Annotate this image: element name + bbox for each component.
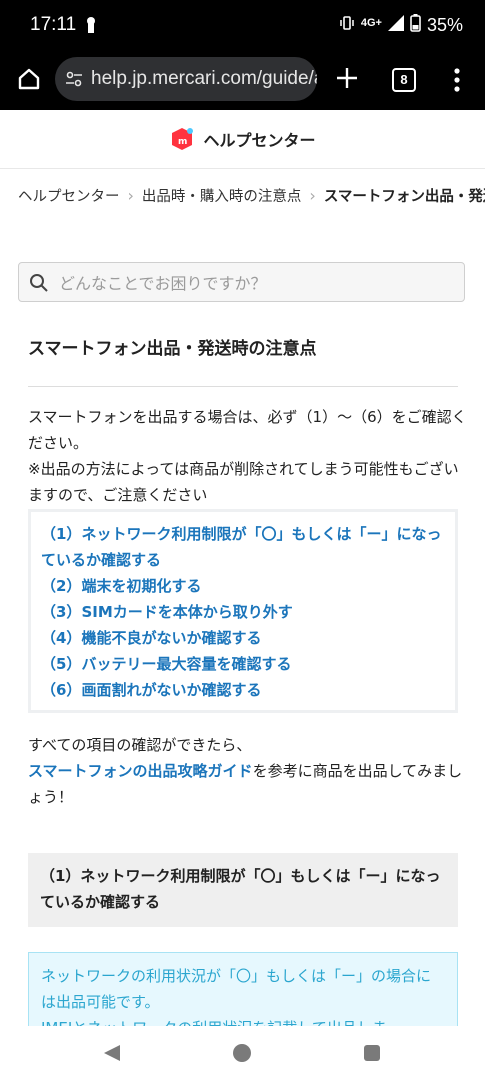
toc-item-1[interactable]: （1）ネットワーク利用制限が「〇」もしくは「ー」になっているか確認する: [41, 521, 445, 573]
home-button[interactable]: [16, 66, 42, 92]
status-time: 17:11: [30, 14, 77, 35]
toc-item-3[interactable]: （3）SIMカードを本体から取り外す: [41, 599, 445, 625]
svg-text:m: m: [178, 137, 187, 147]
home-nav-button[interactable]: [233, 1044, 251, 1062]
back-triangle-icon: [104, 1045, 120, 1061]
status-icons: 4G+ 35%: [339, 14, 463, 37]
breadcrumb: ヘルプセンター › 出品時・購入時の注意点 › スマートフォン出品・発送時の注意…: [0, 168, 485, 216]
search-box[interactable]: [18, 262, 465, 302]
toc-num: （5）: [41, 655, 82, 673]
new-tab-button[interactable]: [334, 65, 360, 91]
vibrate-icon: [339, 15, 355, 36]
intro-note: ※出品の方法によっては商品が削除されてしまう可能性もございますので、ご注意くださ…: [28, 460, 459, 504]
follow-text: すべての項目の確認ができたら、 スマートフォンの出品攻略ガイドを参考に商品を出品…: [28, 732, 468, 810]
more-vert-icon: [454, 68, 460, 92]
status-bar: 17:11 4G+ 35%: [0, 0, 485, 52]
browser-toolbar: help.jp.mercari.com/guide/articles/1234/…: [0, 52, 485, 110]
site-settings-icon[interactable]: [65, 70, 83, 92]
toc-label: SIMカードを本体から取り外す: [81, 603, 293, 621]
lock-icon: [86, 16, 96, 38]
url-text[interactable]: help.jp.mercari.com/guide/articles/1234/: [91, 68, 317, 90]
toc-label: バッテリー最大容量を確認する: [81, 655, 292, 673]
breadcrumb-item-category[interactable]: 出品時・購入時の注意点: [142, 185, 302, 206]
signal-icon: [387, 15, 404, 36]
table-of-contents: （1）ネットワーク利用制限が「〇」もしくは「ー」になっているか確認する （2）端…: [28, 509, 458, 713]
breadcrumb-item-current: スマートフォン出品・発送時の注意点: [323, 189, 485, 205]
toc-item-5[interactable]: （5）バッテリー最大容量を確認する: [41, 651, 445, 677]
toc-label: 機能不良がないか確認する: [81, 629, 262, 647]
search-icon: [29, 273, 49, 297]
toc-item-4[interactable]: （4）機能不良がないか確認する: [41, 625, 445, 651]
toc-label: ネットワーク利用制限が「〇」もしくは「ー」になっているか確認する: [41, 525, 442, 569]
chevron-right-icon: ›: [127, 186, 134, 205]
section-heading: （1）ネットワーク利用制限が「〇」もしくは「ー」になっているか確認する: [40, 867, 441, 911]
page-title: スマートフォン出品・発送時の注意点: [28, 339, 317, 359]
more-menu-button[interactable]: [453, 67, 461, 93]
site-header[interactable]: m ヘルプセンター: [0, 110, 485, 169]
toc-num: （2）: [41, 577, 82, 595]
breadcrumb-item-home[interactable]: ヘルプセンター: [18, 185, 120, 206]
back-button[interactable]: [103, 1044, 121, 1066]
site-title[interactable]: ヘルプセンター: [203, 127, 315, 151]
address-bar[interactable]: help.jp.mercari.com/guide/articles/1234/: [55, 57, 317, 101]
plus-icon: [337, 68, 357, 88]
battery-icon: [410, 14, 421, 37]
tab-switcher-button[interactable]: 8: [392, 68, 416, 92]
divider: [28, 386, 458, 387]
toc-label: 端末を初期化する: [81, 577, 202, 595]
section-heading-box: （1）ネットワーク利用制限が「〇」もしくは「ー」になっているか確認する: [28, 853, 458, 927]
toc-num: （6）: [41, 681, 82, 699]
toc-num: （4）: [41, 629, 82, 647]
follow-prefix: すべての項目の確認ができたら、: [28, 736, 252, 754]
intro-paragraph: スマートフォンを出品する場合は、必ず（1）～（6）をご確認ください。: [28, 408, 467, 452]
intro-text: スマートフォンを出品する場合は、必ず（1）～（6）をご確認ください。 ※出品の方…: [28, 404, 468, 508]
home-icon: [18, 68, 40, 90]
search-input[interactable]: [57, 269, 451, 297]
toc-item-2[interactable]: （2）端末を初期化する: [41, 573, 445, 599]
recents-button[interactable]: [364, 1045, 380, 1061]
chevron-right-icon: ›: [309, 186, 316, 205]
network-type: 4G+: [360, 16, 382, 29]
guide-link[interactable]: スマートフォンの出品攻略ガイド: [28, 762, 253, 780]
toc-item-6[interactable]: （6）画面割れがないか確認する: [41, 677, 445, 703]
mercari-logo-icon[interactable]: m: [169, 126, 195, 152]
toc-num: （1）: [41, 525, 82, 543]
info-text: ネットワークの利用状況が「〇」もしくは「ー」の場合には出品可能です。: [41, 967, 432, 1011]
battery-percent: 35%: [426, 15, 463, 35]
system-nav-bar: [0, 1026, 485, 1080]
toc-num: （3）: [41, 603, 82, 621]
toc-label: 画面割れがないか確認する: [81, 681, 262, 699]
